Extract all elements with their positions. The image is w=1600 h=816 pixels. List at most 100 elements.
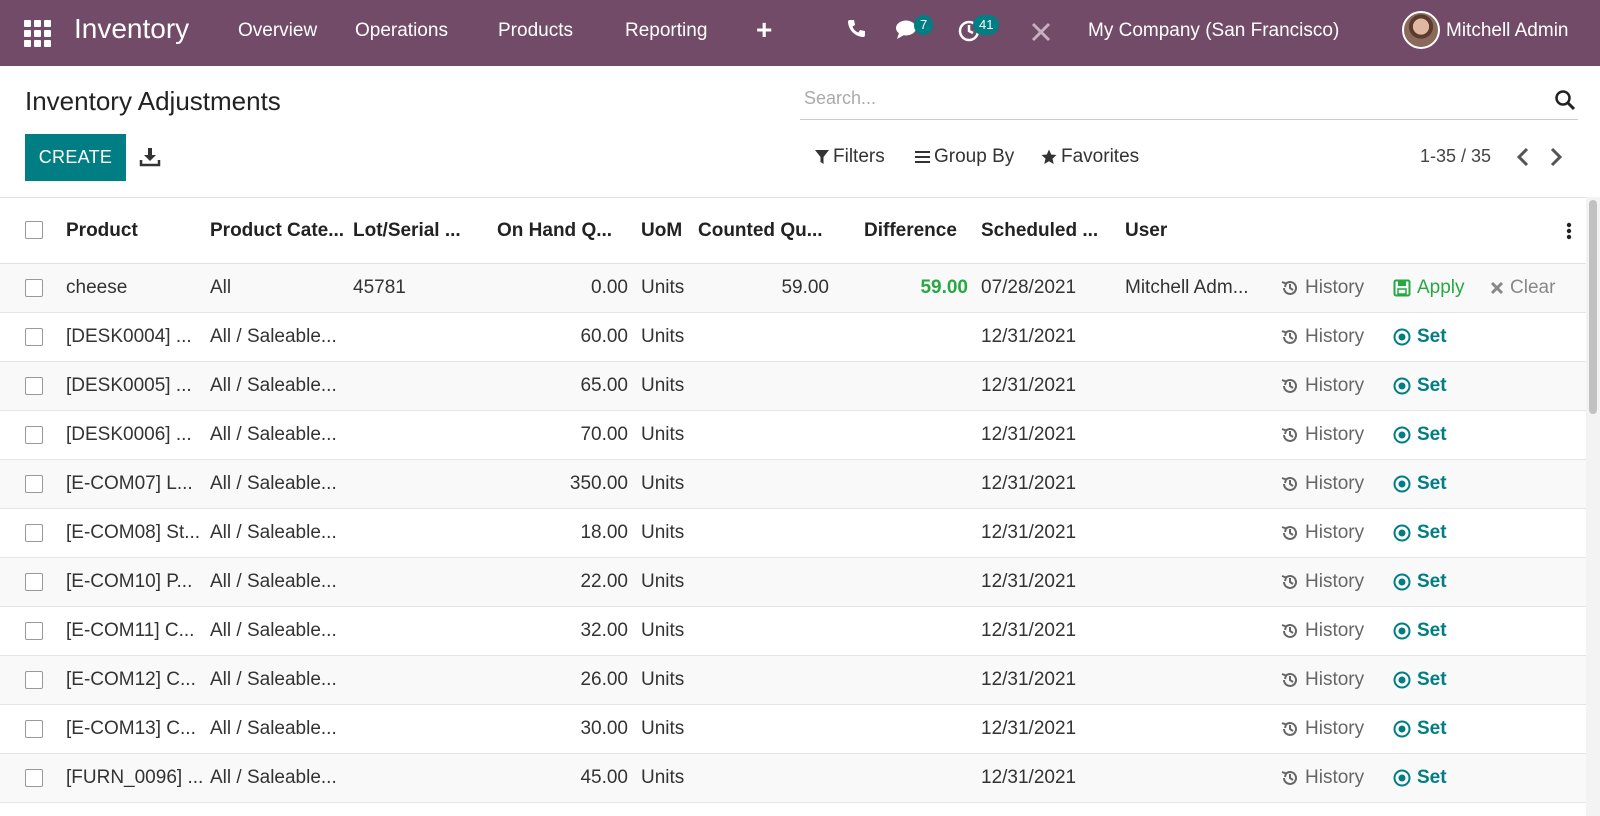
set-button[interactable]: Set [1393, 424, 1447, 446]
menu-reporting[interactable]: Reporting [625, 20, 707, 42]
set-button[interactable]: Set [1393, 620, 1447, 642]
set-button[interactable]: Set [1393, 326, 1447, 348]
pager-value[interactable]: 1-35 / 35 [1420, 146, 1491, 167]
menu-overview[interactable]: Overview [238, 20, 317, 42]
history-button[interactable]: History [1281, 522, 1364, 544]
table-row[interactable]: [FURN_0096] ... All / Saleable... 45.00 Uni… [0, 754, 1586, 803]
set-button[interactable]: Set [1393, 767, 1447, 789]
plus-icon[interactable]: + [756, 14, 772, 46]
app-grid-icon[interactable] [24, 20, 52, 47]
history-icon [1281, 329, 1297, 344]
cell-product[interactable]: [E-COM08] St... [66, 522, 200, 544]
table-row[interactable]: [E-COM08] St... All / Saleable... 18.00 Uni… [0, 509, 1586, 558]
cell-product[interactable]: [DESK0006] ... [66, 424, 192, 446]
filter-icon [815, 150, 829, 164]
menu-products[interactable]: Products [498, 20, 573, 42]
history-button[interactable]: History [1281, 326, 1364, 348]
row-checkbox[interactable] [25, 328, 43, 346]
set-button[interactable]: Set [1393, 669, 1447, 691]
set-label: Set [1417, 326, 1447, 347]
history-button[interactable]: History [1281, 375, 1364, 397]
select-all-checkbox[interactable] [25, 221, 43, 239]
set-button[interactable]: Set [1393, 473, 1447, 495]
table-row[interactable]: cheese All 45781 0.00 Units 59.00 59.00 07/28/2… [0, 264, 1586, 313]
header-product-category[interactable]: Product Cate... [210, 220, 344, 242]
cell-product[interactable]: [E-COM11] C... [66, 620, 194, 642]
header-counted-quantity[interactable]: Counted Qu... [698, 220, 823, 242]
history-button[interactable]: History [1281, 718, 1364, 740]
set-button[interactable]: Set [1393, 571, 1447, 593]
filters-button[interactable]: Filters [815, 146, 885, 168]
debug-tools-icon[interactable] [1030, 21, 1052, 48]
create-button[interactable]: CREATE [25, 134, 126, 181]
history-button[interactable]: History [1281, 473, 1364, 495]
table-row[interactable]: [E-COM10] P... All / Saleable... 22.00 Unit… [0, 558, 1586, 607]
set-label: Set [1417, 424, 1447, 445]
favorites-button[interactable]: Favorites [1041, 146, 1139, 168]
cell-product[interactable]: [E-COM07] L... [66, 473, 193, 495]
search-icon[interactable] [1554, 89, 1576, 116]
header-uom[interactable]: UoM [641, 220, 682, 242]
cell-counted-quantity[interactable]: 59.00 [698, 277, 829, 299]
menu-operations[interactable]: Operations [355, 20, 448, 42]
cell-product[interactable]: [FURN_0096] ... [66, 767, 203, 789]
search-input[interactable] [800, 84, 1520, 113]
table-row[interactable]: [E-COM11] C... All / Saleable... 32.00 Unit… [0, 607, 1586, 656]
cell-product-category: All / Saleable... [210, 522, 337, 543]
app-name[interactable]: Inventory [74, 13, 189, 45]
scrollbar-thumb[interactable] [1589, 200, 1597, 414]
row-checkbox[interactable] [25, 769, 43, 787]
pager-previous-icon[interactable] [1515, 146, 1531, 173]
row-checkbox[interactable] [25, 475, 43, 493]
row-checkbox[interactable] [25, 279, 43, 297]
user-avatar[interactable] [1402, 11, 1440, 49]
cell-product-category: All / Saleable... [210, 571, 337, 592]
cell-on-hand-quantity: 32.00 [580, 620, 628, 641]
set-button[interactable]: Set [1393, 718, 1447, 740]
user-menu[interactable]: Mitchell Admin [1446, 20, 1569, 42]
history-button[interactable]: History [1281, 620, 1364, 642]
history-label: History [1305, 669, 1365, 690]
table-row[interactable]: [E-COM12] C... All / Saleable... 26.00 Unit… [0, 656, 1586, 705]
history-button[interactable]: History [1281, 571, 1364, 593]
cell-product[interactable]: [E-COM12] C... [66, 669, 196, 691]
header-product[interactable]: Product [66, 220, 138, 242]
header-on-hand-quantity[interactable]: On Hand Q... [497, 220, 612, 242]
cell-product[interactable]: cheese [66, 277, 127, 299]
history-button[interactable]: History [1281, 669, 1364, 691]
history-button[interactable]: History [1281, 767, 1364, 789]
history-label: History [1305, 522, 1365, 543]
header-user[interactable]: User [1125, 220, 1167, 242]
row-checkbox[interactable] [25, 720, 43, 738]
table-row[interactable]: [DESK0005] ... All / Saleable... 65.00 Unit… [0, 362, 1586, 411]
pager-next-icon[interactable] [1548, 146, 1564, 173]
table-row[interactable]: [DESK0006] ... All / Saleable... 70.00 Unit… [0, 411, 1586, 460]
row-checkbox[interactable] [25, 524, 43, 542]
cell-product[interactable]: [DESK0005] ... [66, 375, 192, 397]
row-checkbox[interactable] [25, 426, 43, 444]
header-difference[interactable]: Difference [864, 220, 957, 242]
row-checkbox[interactable] [25, 671, 43, 689]
header-scheduled-date[interactable]: Scheduled ... [981, 220, 1098, 242]
cell-product[interactable]: [E-COM13] C... [66, 718, 196, 740]
header-lot-serial[interactable]: Lot/Serial ... [353, 220, 461, 242]
history-button[interactable]: History [1281, 277, 1364, 299]
table-row[interactable]: [E-COM13] C... All / Saleable... 30.00 Unit… [0, 705, 1586, 754]
table-row[interactable]: [E-COM07] L... All / Saleable... 350.00 Uni… [0, 460, 1586, 509]
cell-product[interactable]: [E-COM10] P... [66, 571, 192, 593]
phone-icon[interactable] [846, 18, 866, 45]
optional-columns-icon[interactable] [1566, 222, 1572, 245]
clear-button[interactable]: Clear [1490, 277, 1555, 299]
set-button[interactable]: Set [1393, 522, 1447, 544]
apply-button[interactable]: Apply [1393, 277, 1465, 299]
row-checkbox[interactable] [25, 573, 43, 591]
cell-product[interactable]: [DESK0004] ... [66, 326, 192, 348]
history-button[interactable]: History [1281, 424, 1364, 446]
row-checkbox[interactable] [25, 377, 43, 395]
company-switcher[interactable]: My Company (San Francisco) [1088, 20, 1339, 42]
table-row[interactable]: [DESK0004] ... All / Saleable... 60.00 Unit… [0, 313, 1586, 362]
set-button[interactable]: Set [1393, 375, 1447, 397]
group-by-button[interactable]: Group By [915, 146, 1014, 168]
download-icon[interactable] [139, 146, 161, 173]
row-checkbox[interactable] [25, 622, 43, 640]
